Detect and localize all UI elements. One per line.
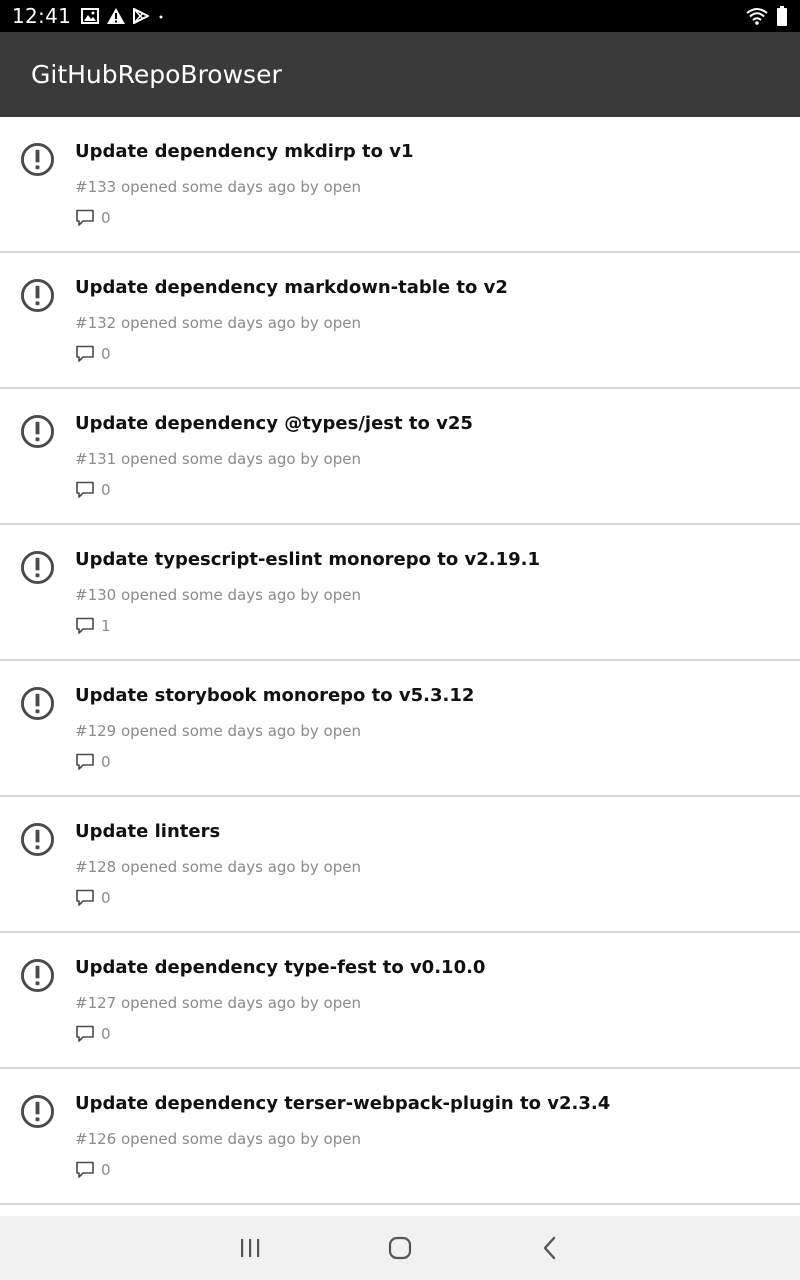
issue-comments: 0 [75,481,111,499]
issue-list[interactable]: Update dependency mkdirp to v1 #133 open… [0,117,800,1216]
issue-open-icon [20,142,55,177]
status-bar: 12:41 [0,0,800,32]
app-title: GitHubRepoBrowser [31,60,282,89]
status-notification-icons [81,8,165,24]
comment-icon [76,345,94,362]
wifi-icon [746,8,768,25]
issue-row[interactable]: Update dependency mkdirp to v1 #133 open… [0,117,800,253]
issue-meta: #129 opened some days ago by open [75,722,361,740]
issue-title: Update storybook monorepo to v5.3.12 [75,685,475,706]
issue-row[interactable]: Update dependency terser-webpack-plugin … [0,1069,800,1205]
battery-icon [777,6,787,26]
issue-title: Update typescript-eslint monorepo to v2.… [75,549,541,570]
comment-count: 0 [101,481,111,499]
home-button[interactable] [376,1224,424,1272]
recents-icon [241,1239,260,1257]
issue-open-icon [20,550,55,585]
issue-comments: 0 [75,889,111,907]
issue-meta: #130 opened some days ago by open [75,586,361,604]
comment-count: 0 [101,345,111,363]
comment-count: 1 [101,617,111,635]
issue-meta: #131 opened some days ago by open [75,450,361,468]
status-left: 12:41 [12,4,165,28]
dot-icon [159,15,163,19]
issue-row[interactable]: Update storybook monorepo to v5.3.12 #12… [0,661,800,797]
image-icon [81,8,100,24]
back-button[interactable] [526,1224,574,1272]
comment-icon [76,1161,94,1178]
comment-icon [76,1025,94,1042]
issue-comments: 0 [75,1161,111,1179]
issue-title: Update dependency @types/jest to v25 [75,413,473,434]
comment-count: 0 [101,209,111,227]
comment-count: 0 [101,753,111,771]
comment-count: 0 [101,889,111,907]
issue-comments: 0 [75,1025,111,1043]
home-icon [388,1236,412,1260]
issue-meta: #128 opened some days ago by open [75,858,361,876]
issue-row-partial[interactable] [0,1205,800,1216]
comment-icon [76,617,94,634]
issue-comments: 1 [75,617,111,635]
comment-icon [76,889,94,906]
issue-title: Update dependency terser-webpack-plugin … [75,1093,611,1114]
issue-open-icon [20,278,55,313]
back-icon [543,1236,556,1260]
issue-open-icon [20,686,55,721]
comment-icon [76,753,94,770]
issue-comments: 0 [75,209,111,227]
issue-title: Update dependency type-fest to v0.10.0 [75,957,486,978]
issue-title: Update linters [75,821,221,842]
warning-icon [107,8,126,24]
system-nav-bar [0,1216,800,1280]
comment-count: 0 [101,1025,111,1043]
comment-icon [76,481,94,498]
issue-row[interactable]: Update linters #128 opened some days ago… [0,797,800,933]
issue-row[interactable]: Update typescript-eslint monorepo to v2.… [0,525,800,661]
issue-meta: #127 opened some days ago by open [75,994,361,1012]
status-time: 12:41 [12,4,72,28]
issue-row[interactable]: Update dependency markdown-table to v2 #… [0,253,800,389]
issue-meta: #133 opened some days ago by open [75,178,361,196]
issue-open-icon [20,822,55,857]
play-store-icon [133,8,150,24]
app-bar: GitHubRepoBrowser [0,32,800,117]
status-right [746,6,788,26]
issue-open-icon [20,414,55,449]
issue-open-icon [20,1094,55,1129]
recents-button[interactable] [226,1224,274,1272]
issue-row[interactable]: Update dependency @types/jest to v25 #13… [0,389,800,525]
issue-meta: #132 opened some days ago by open [75,314,361,332]
issue-comments: 0 [75,345,111,363]
comment-icon [76,209,94,226]
comment-count: 0 [101,1161,111,1179]
issue-meta: #126 opened some days ago by open [75,1130,361,1148]
issue-title: Update dependency mkdirp to v1 [75,141,414,162]
issue-open-icon [20,958,55,993]
issue-title: Update dependency markdown-table to v2 [75,277,508,298]
issue-comments: 0 [75,753,111,771]
issue-row[interactable]: Update dependency type-fest to v0.10.0 #… [0,933,800,1069]
